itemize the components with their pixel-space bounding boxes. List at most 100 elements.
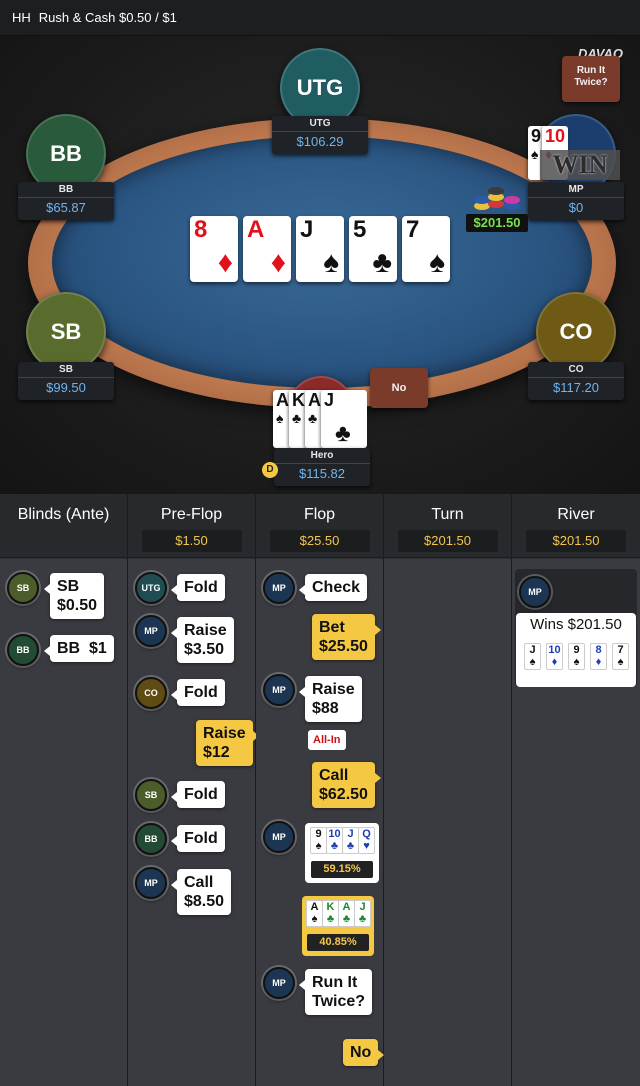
player-plate-co: CO $117.20 bbox=[528, 362, 624, 400]
position-chip-mp: MP bbox=[135, 615, 167, 647]
player-plate-utg: UTG $106.29 bbox=[272, 116, 368, 154]
position-chip-mp: MP bbox=[263, 572, 295, 604]
game-type-label: HH bbox=[12, 10, 31, 25]
column-header: Blinds (Ante) bbox=[0, 494, 127, 558]
mini-card: 9 ♠ bbox=[568, 643, 585, 670]
winner-box: Wins $201.50 J ♠ 10 ♦ 9 ♠ 8 ♦ 7 ♠ bbox=[516, 613, 636, 687]
top-bar: HH Rush & Cash $0.50 / $1 bbox=[0, 0, 640, 36]
all-in-badge: All-In bbox=[308, 730, 346, 750]
player-stack: $117.20 bbox=[552, 380, 600, 395]
action-bubble: SB $0.50 bbox=[43, 573, 105, 619]
column-body: UTG Fold MP Raise $3.50 CO Fold Raise $1… bbox=[128, 559, 259, 1086]
column-blinds: Blinds (Ante) SB SB $0.50 BB BB $1 bbox=[0, 494, 128, 1086]
action-bubble: Check bbox=[298, 574, 368, 601]
player-stack: $115.82 bbox=[298, 466, 346, 481]
player-plate-mp: MP $0 bbox=[528, 182, 624, 220]
board-card: 8 ♦ bbox=[190, 216, 238, 282]
position-chip-sb: SB bbox=[7, 572, 39, 604]
column-header: Pre-Flop $1.50 bbox=[128, 494, 255, 558]
hand-history-panel: Blinds (Ante) SB SB $0.50 BB BB $1 Pre-F… bbox=[0, 494, 640, 1086]
seat-sb[interactable]: SB bbox=[26, 292, 106, 372]
player-name: BB bbox=[18, 182, 114, 198]
player-stack: $65.87 bbox=[46, 200, 86, 215]
seat-position-label: BB bbox=[50, 141, 82, 166]
seat-position-label: CO bbox=[559, 319, 593, 344]
board-card: A ♦ bbox=[243, 216, 291, 282]
hero-action-bubble: Bet $25.50 bbox=[312, 614, 381, 660]
table-title: Rush & Cash $0.50 / $1 bbox=[38, 10, 177, 25]
mini-card: Q ♥ bbox=[358, 827, 375, 854]
hero-answer-bubble: No bbox=[370, 368, 428, 408]
winner-text: Wins $201.50 bbox=[530, 616, 622, 633]
mini-card: K ♣ bbox=[322, 900, 339, 927]
column-title: Turn bbox=[431, 506, 464, 523]
position-chip-mp: MP bbox=[519, 576, 551, 608]
player-stack: $0 bbox=[568, 200, 584, 215]
position-chip-utg: UTG bbox=[135, 572, 167, 604]
position-chip-co: CO bbox=[135, 677, 167, 709]
column-body bbox=[384, 559, 511, 1086]
board-card: 5 ♣ bbox=[349, 216, 397, 282]
action-bubble: BB $1 bbox=[44, 635, 114, 662]
column-body: SB SB $0.50 BB BB $1 bbox=[0, 559, 127, 1086]
action-bubble: Raise $3.50 bbox=[171, 617, 234, 663]
board-card: 7 ♠ bbox=[402, 216, 450, 282]
chip-stack-icon bbox=[472, 186, 524, 214]
action-bubble: Fold bbox=[171, 825, 225, 852]
seat-position-label: SB bbox=[50, 319, 82, 344]
player-plate-hero: Hero $115.82 bbox=[274, 448, 370, 486]
hero-action-bubble: Call $62.50 bbox=[312, 762, 381, 808]
mini-card: 7 ♠ bbox=[612, 643, 629, 670]
mini-card: J ♠ bbox=[524, 643, 541, 670]
position-chip-mp: MP bbox=[263, 674, 295, 706]
seat-co[interactable]: CO bbox=[536, 292, 616, 372]
column-river: River $201.50 MP Wins $201.50 J ♠ 10 ♦ 9 ♠ … bbox=[512, 494, 640, 1086]
pot-amount: $201.50 bbox=[466, 214, 528, 232]
mini-card: J ♣ bbox=[342, 827, 359, 854]
player-stack: $106.29 bbox=[296, 134, 344, 149]
action-bubble: Fold bbox=[171, 781, 225, 808]
player-name: SB bbox=[18, 362, 114, 378]
mini-card: J ♣ bbox=[354, 900, 371, 927]
mp-showdown: 9 ♠ 10 ♣ J ♣ Q ♥ 59.15% bbox=[305, 823, 379, 883]
board-card: J ♠ bbox=[296, 216, 344, 282]
player-name: MP bbox=[528, 182, 624, 198]
mini-card: A ♣ bbox=[338, 900, 355, 927]
mini-card: 9 ♠ bbox=[310, 827, 327, 854]
equity-label: 40.85% bbox=[307, 934, 369, 951]
column-flop: Flop $25.50 MP Check Bet $25.50 MP Raise… bbox=[256, 494, 385, 1086]
column-title: Blinds (Ante) bbox=[17, 506, 110, 523]
column-body: MP Wins $201.50 J ♠ 10 ♦ 9 ♠ 8 ♦ 7 ♠ bbox=[512, 559, 640, 1086]
street-pot: $1.50 bbox=[141, 530, 242, 552]
player-name: Hero bbox=[274, 448, 370, 464]
mini-card: 8 ♦ bbox=[590, 643, 607, 670]
position-chip-sb: SB bbox=[135, 779, 167, 811]
column-turn: Turn $201.50 bbox=[384, 494, 512, 1086]
column-header: Flop $25.50 bbox=[256, 494, 383, 558]
action-bubble: Call $8.50 bbox=[170, 869, 232, 915]
mini-card: A ♠ bbox=[306, 900, 323, 927]
seat-position-label: UTG bbox=[296, 75, 344, 100]
column-body: MP Check Bet $25.50 MP Raise $88 All-In … bbox=[256, 559, 385, 1086]
column-title: River bbox=[557, 506, 595, 523]
player-name: CO bbox=[528, 362, 624, 378]
column-header: Turn $201.50 bbox=[384, 494, 511, 558]
player-name: UTG bbox=[272, 116, 368, 132]
street-pot: $201.50 bbox=[526, 530, 626, 552]
player-plate-bb: BB $65.87 bbox=[18, 182, 114, 220]
hero-action-bubble: No bbox=[343, 1039, 385, 1066]
action-bubble: Raise $88 bbox=[299, 676, 362, 722]
position-chip-mp: MP bbox=[263, 821, 295, 853]
player-stack: $99.50 bbox=[46, 380, 86, 395]
action-bubble: Run It Twice? bbox=[298, 969, 373, 1015]
column-title: Pre-Flop bbox=[160, 506, 223, 523]
action-bubble: Fold bbox=[171, 679, 225, 706]
position-chip-mp: MP bbox=[263, 967, 295, 999]
mini-card: 10 ♣ bbox=[326, 827, 343, 854]
hero-hole-card: J ♣ bbox=[321, 390, 367, 448]
position-chip-bb: BB bbox=[7, 634, 39, 666]
mini-card: 10 ♦ bbox=[546, 643, 563, 670]
column-header: River $201.50 bbox=[512, 494, 640, 558]
street-pot: $25.50 bbox=[269, 530, 370, 552]
hero-showdown: A ♠ K ♣ A ♣ J ♣ 40.85% bbox=[302, 896, 374, 956]
